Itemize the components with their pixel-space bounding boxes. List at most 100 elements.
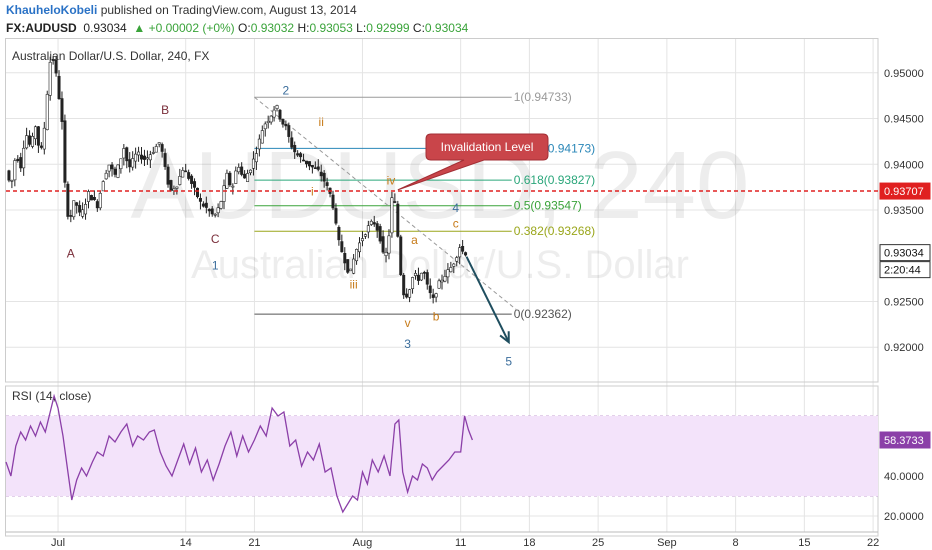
candle-body <box>290 137 294 148</box>
candle-body <box>355 249 359 262</box>
candle-body <box>89 195 93 201</box>
candle-body <box>251 158 255 169</box>
close-value: 0.93034 <box>424 21 469 35</box>
candle-body <box>10 180 14 182</box>
candle-body <box>113 168 117 175</box>
candle-body <box>145 157 149 160</box>
candle-body <box>39 145 43 148</box>
candle-body <box>416 274 420 281</box>
candle-body <box>399 236 403 275</box>
candle-body <box>405 293 409 298</box>
close-label: C: <box>412 21 425 35</box>
candle-body <box>269 115 273 123</box>
candle-body <box>260 130 264 144</box>
candle-body <box>75 202 79 206</box>
candle-body <box>125 147 129 162</box>
candle-body <box>98 192 102 209</box>
time-axis[interactable]: Jul 14 21 Aug 11 18 25 Sep 8 15 22 <box>51 537 879 549</box>
wave-label: 4 <box>452 201 459 215</box>
candle-body <box>331 194 335 209</box>
candle-body <box>234 170 238 184</box>
candle-body <box>340 241 344 253</box>
chart-header: KhauheloKobeli published on TradingView.… <box>0 0 932 38</box>
candle-body <box>225 172 229 189</box>
candle-body <box>240 166 244 175</box>
last-price: 0.93034 <box>83 21 127 35</box>
price-axis[interactable]: 0.95000 0.94500 0.94000 0.93500 0.92500 0.920… <box>884 68 924 523</box>
wave-label: B <box>161 103 169 117</box>
candle-body <box>19 157 23 169</box>
candle-body <box>408 289 412 298</box>
high-value: 0.93053 <box>309 21 353 35</box>
candle-body <box>396 203 400 237</box>
price-tick-label: 0.95000 <box>884 68 924 80</box>
candle-body <box>151 152 155 154</box>
candle-body <box>393 201 397 203</box>
candle-body <box>33 126 37 140</box>
candle-body <box>116 164 120 178</box>
time-tick-label: 22 <box>867 537 879 549</box>
candle-body <box>307 161 311 167</box>
candle-body <box>375 223 379 231</box>
candle-body <box>369 220 373 225</box>
time-tick-label: 11 <box>455 537 466 549</box>
candle-body <box>216 207 220 214</box>
candle-body <box>13 160 17 181</box>
candle-body <box>60 98 64 122</box>
candle-body <box>181 170 185 178</box>
candle-body <box>219 201 223 209</box>
callout-text: Invalidation Level <box>441 140 534 154</box>
candle-body <box>187 172 191 179</box>
time-tick-label: 25 <box>592 537 604 549</box>
candle-body <box>461 245 465 252</box>
chart-title: Australian Dollar/U.S. Dollar, 240, FX <box>12 49 209 63</box>
candle-body <box>92 196 96 200</box>
candle-body <box>178 176 182 185</box>
candle-body <box>104 172 108 180</box>
candle-body <box>142 155 146 160</box>
rsi-tick-label: 40.0000 <box>884 471 924 483</box>
candle-body <box>452 263 456 267</box>
rsi-tick-label: 20.0000 <box>884 511 924 523</box>
candle-body <box>299 153 303 158</box>
candle-body <box>122 148 126 159</box>
author-link[interactable]: KhauheloKobeli <box>6 3 97 17</box>
wave-label: c <box>453 216 459 230</box>
open-value: 0.93032 <box>250 21 295 35</box>
candle-body <box>160 144 164 152</box>
time-tick-label: 21 <box>248 537 260 549</box>
candle-body <box>284 123 288 127</box>
candle-body <box>302 159 306 162</box>
candle-body <box>184 170 188 173</box>
candle-body <box>384 252 388 256</box>
candle-body <box>166 166 170 185</box>
candle-body <box>287 125 291 137</box>
candle-body <box>201 203 205 207</box>
candle-body <box>372 222 376 225</box>
rsi-last-tag-text: 58.3733 <box>884 435 924 447</box>
price-change: ▲ +0.00002 (+0%) <box>133 21 235 35</box>
candle-body <box>86 191 90 202</box>
candle-body <box>281 119 285 125</box>
candle-body <box>131 158 135 168</box>
candle-body <box>154 146 158 153</box>
candle-body <box>358 242 362 253</box>
candle-body <box>134 153 138 162</box>
chart-area[interactable]: AUDUSD, 240 Australian Dollar/U.S. Dolla… <box>0 38 932 550</box>
candle-body <box>316 166 320 170</box>
fib-level-label: 0.618(0.93827) <box>514 173 595 187</box>
wave-label: iv <box>387 173 396 187</box>
candle-body <box>402 274 406 296</box>
price-tick-label: 0.94000 <box>884 159 924 171</box>
time-tick-label: 14 <box>180 537 192 549</box>
candle-body <box>213 213 217 216</box>
candle-body <box>343 253 347 264</box>
candle-body <box>81 209 85 217</box>
candle-body <box>254 153 258 163</box>
candle-body <box>157 142 161 145</box>
symbol-name[interactable]: FX:AUDUSD <box>6 21 77 35</box>
candle-body <box>363 234 367 237</box>
price-tick-label: 0.93500 <box>884 205 924 217</box>
candle-body <box>337 226 341 241</box>
candle-body <box>237 167 241 173</box>
